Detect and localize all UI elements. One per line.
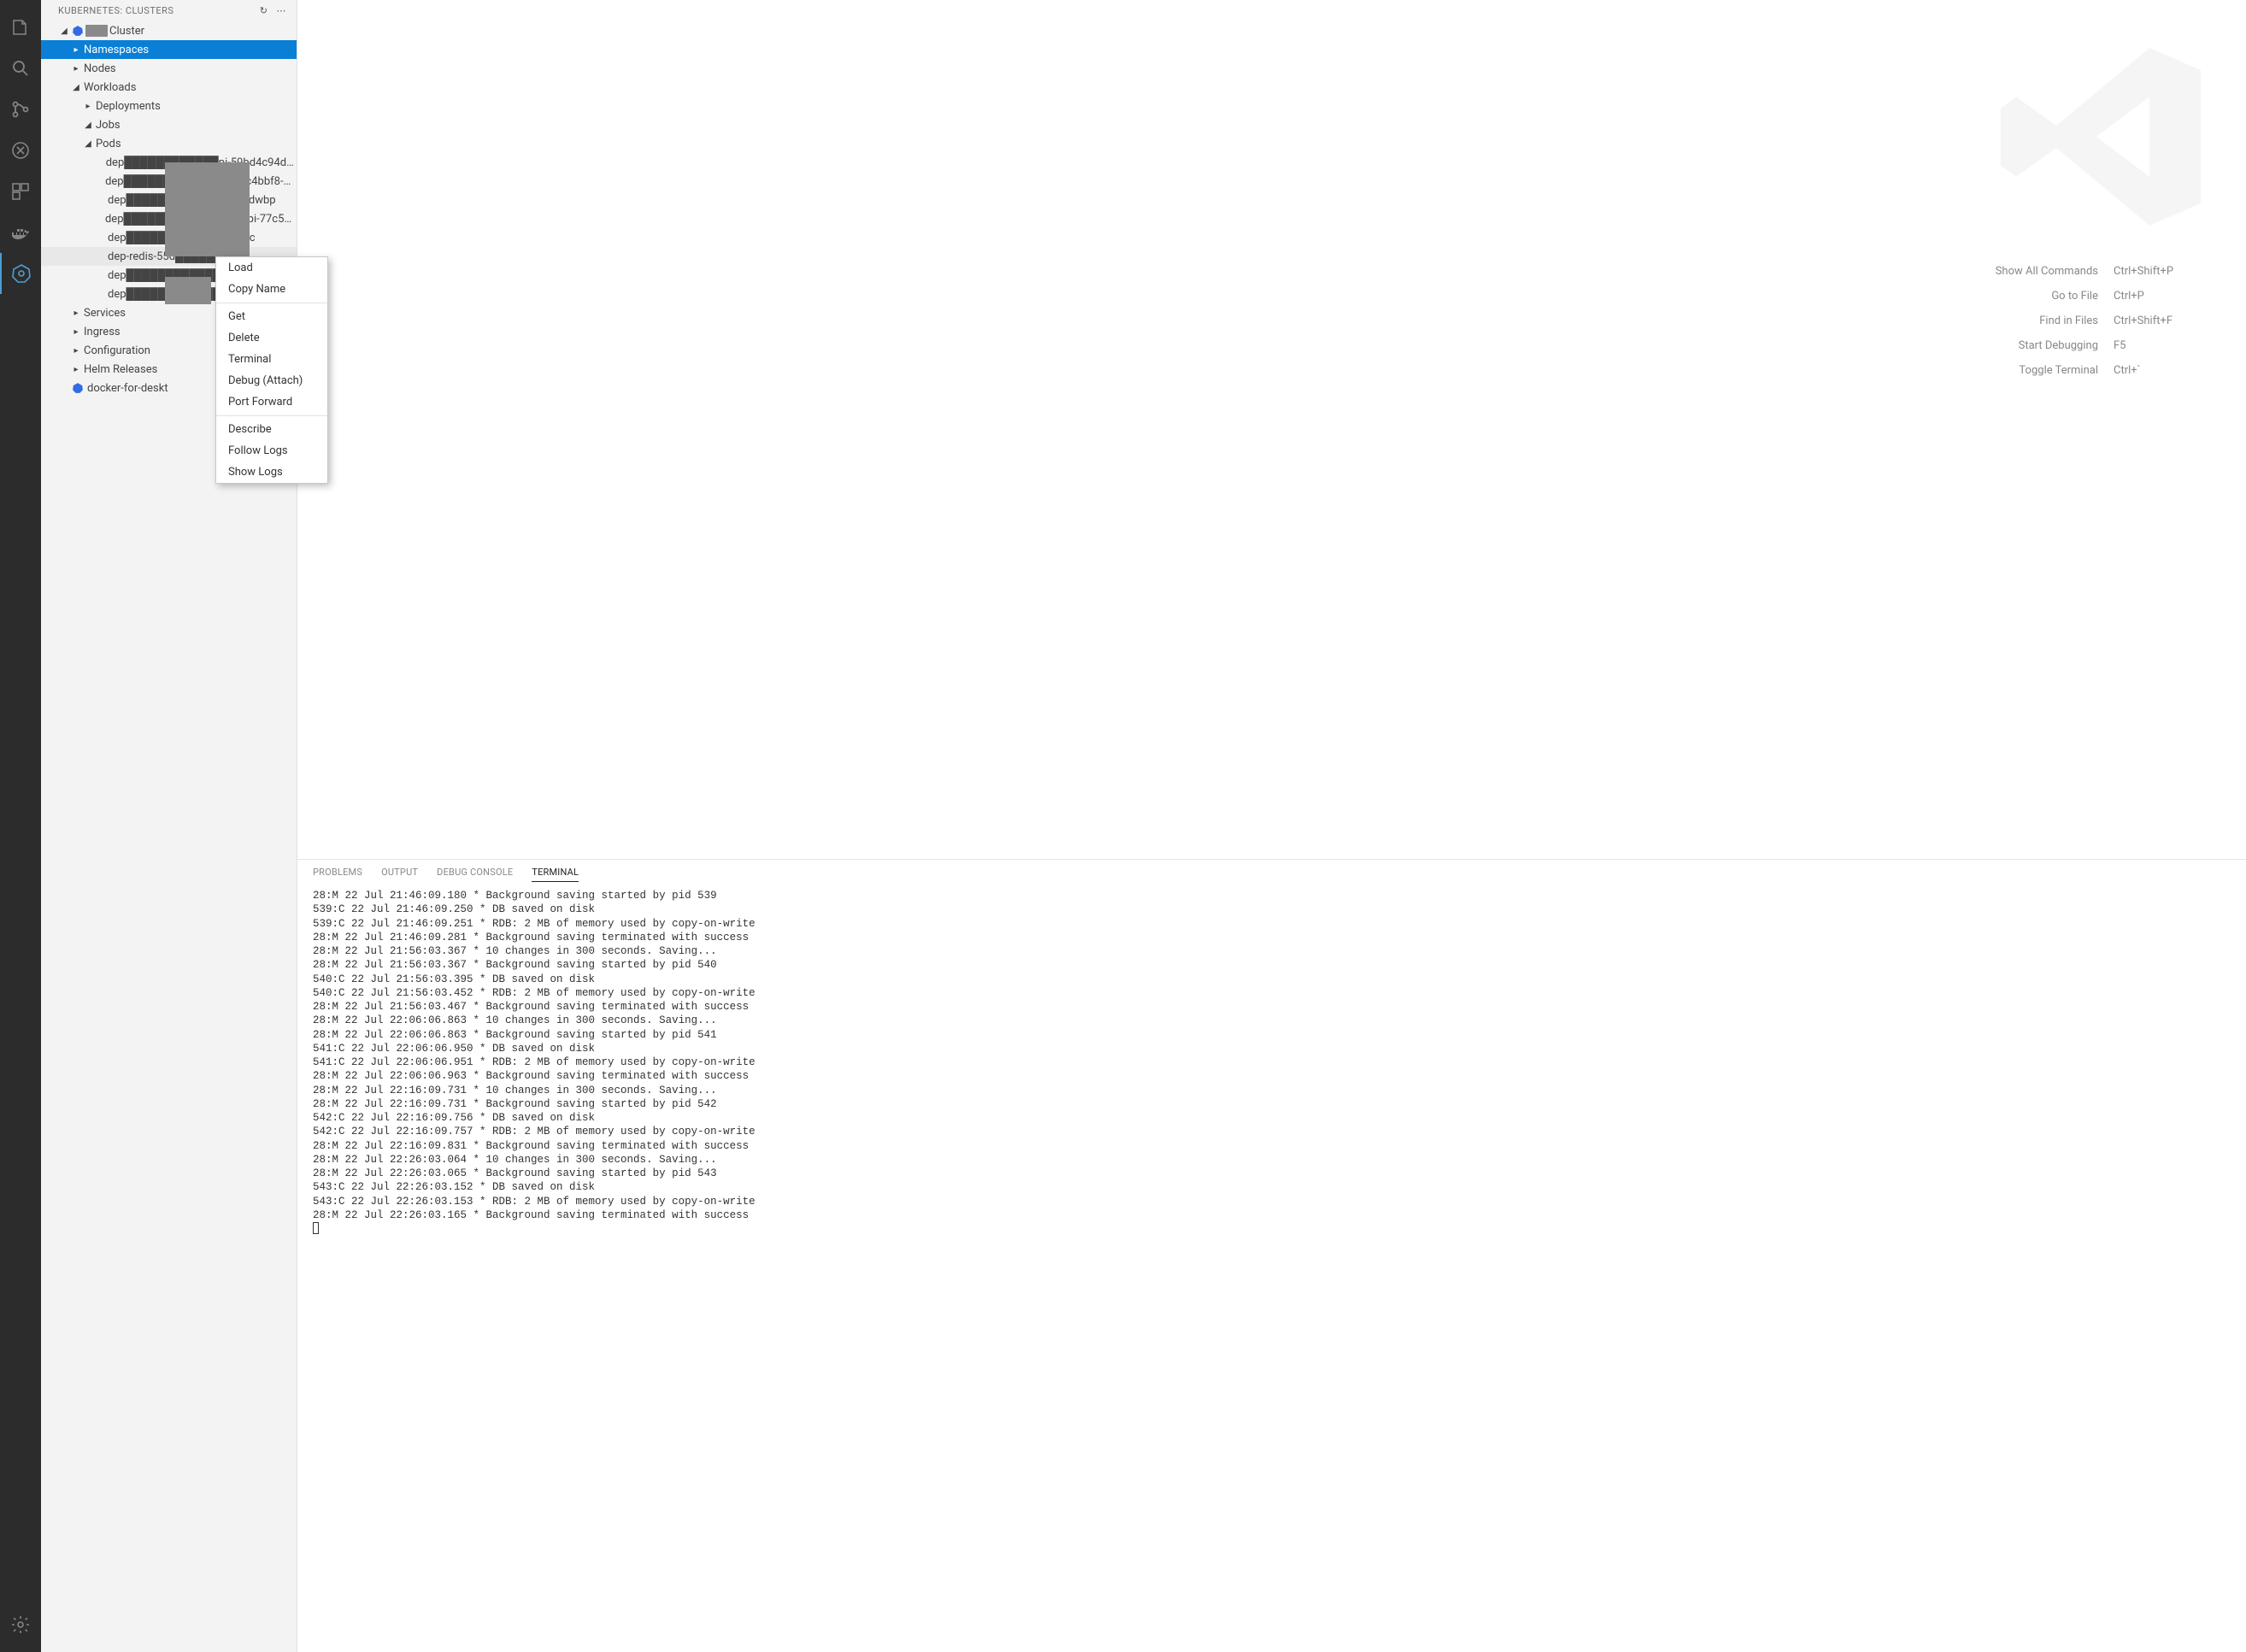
tree-namespaces[interactable]: ▸ Namespaces [41,40,297,59]
tree-workloads[interactable]: ◢ Workloads [41,78,297,97]
tab-problems[interactable]: PROBLEMS [313,867,362,882]
vscode-watermark-icon [1990,26,2212,251]
chevron-down-icon: ◢ [70,83,82,92]
activity-extensions[interactable] [0,171,41,212]
chevron-down-icon: ◢ [82,139,94,149]
redacted [85,25,108,37]
chevron-right-icon: ▸ [70,365,82,374]
chevron-right-icon: ▸ [70,45,82,55]
activity-debug[interactable] [0,130,41,171]
bottom-panel: PROBLEMS OUTPUT DEBUG CONSOLE TERMINAL 2… [297,859,2246,1652]
tab-debug-console[interactable]: DEBUG CONSOLE [437,867,513,882]
context-menu: Load Copy Name Get Delete Terminal Debug… [215,256,328,484]
command-hints: Show All CommandsCtrl+Shift+P Go to File… [1961,265,2195,389]
chevron-down-icon: ◢ [58,26,70,36]
tree-pods[interactable]: ◢ Pods [41,134,297,153]
activity-search[interactable] [0,48,41,89]
activity-source-control[interactable] [0,89,41,130]
context-terminal[interactable]: Terminal [216,349,327,370]
redacted [165,277,211,304]
cluster-label: Cluster [109,25,144,38]
sidebar-title: KUBERNETES: CLUSTERS [58,5,173,16]
context-delete[interactable]: Delete [216,327,327,349]
activity-settings[interactable] [0,1604,41,1645]
chevron-right-icon: ▸ [70,327,82,337]
tab-terminal[interactable]: TERMINAL [532,867,579,882]
tree-cluster[interactable]: ◢ Cluster [41,21,297,40]
kubernetes-icon [70,25,85,37]
chevron-right-icon: ▸ [70,64,82,73]
kubernetes-icon [70,382,85,394]
context-debug-attach[interactable]: Debug (Attach) [216,370,327,391]
context-copy-name[interactable]: Copy Name [216,279,327,300]
chevron-down-icon: ◢ [82,121,94,130]
terminal-output[interactable]: 28:M 22 Jul 21:46:09.180 * Background sa… [297,889,2246,1652]
context-describe[interactable]: Describe [216,419,327,440]
refresh-icon[interactable]: ↻ [260,5,268,16]
activity-docker[interactable] [0,212,41,253]
context-follow-logs[interactable]: Follow Logs [216,440,327,462]
activity-kubernetes[interactable] [0,253,41,294]
context-port-forward[interactable]: Port Forward [216,391,327,413]
tab-output[interactable]: OUTPUT [381,867,418,882]
welcome-area: Show All CommandsCtrl+Shift+P Go to File… [297,0,2246,859]
context-show-logs[interactable]: Show Logs [216,462,327,483]
context-load[interactable]: Load [216,257,327,279]
activity-explorer[interactable] [0,7,41,48]
chevron-right-icon: ▸ [70,309,82,318]
tree-jobs[interactable]: ◢ Jobs [41,115,297,134]
context-get[interactable]: Get [216,306,327,327]
chevron-right-icon: ▸ [82,102,94,111]
main-area: Show All CommandsCtrl+Shift+P Go to File… [297,0,2246,1652]
tree-nodes[interactable]: ▸ Nodes [41,59,297,78]
more-icon[interactable]: ⋯ [277,5,287,16]
redacted [165,162,250,256]
chevron-right-icon: ▸ [70,346,82,356]
activity-bar [0,0,41,1652]
sidebar: KUBERNETES: CLUSTERS ↻ ⋯ ◢ Cluster ▸ Nam… [41,0,297,1652]
tree-deployments[interactable]: ▸ Deployments [41,97,297,115]
panel-tabs: PROBLEMS OUTPUT DEBUG CONSOLE TERMINAL [297,860,2246,889]
